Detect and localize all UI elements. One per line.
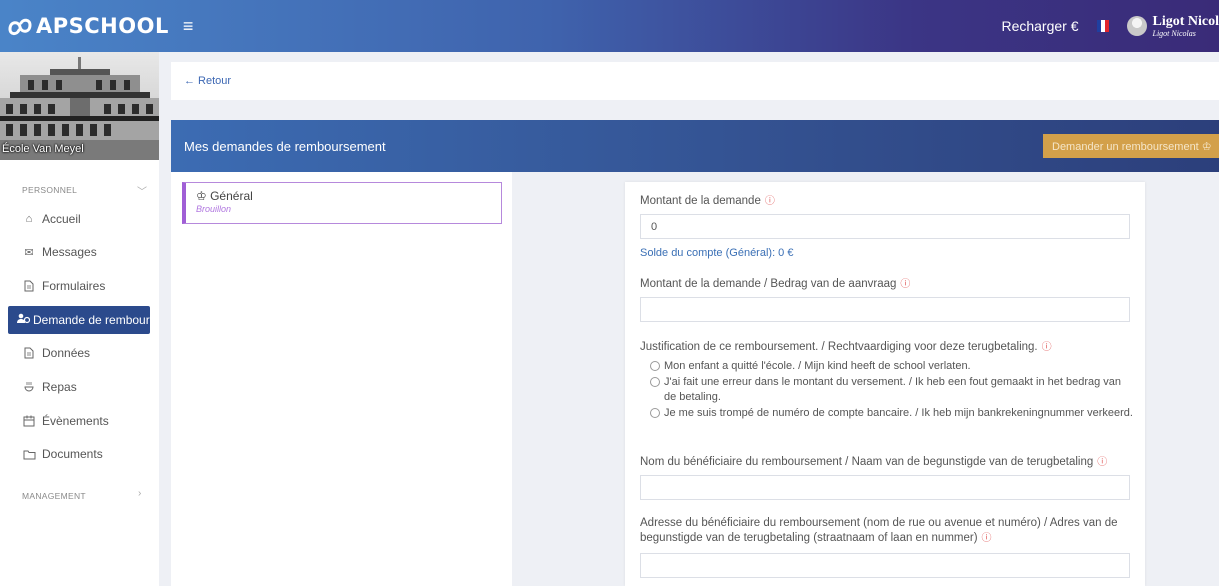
calendar-icon — [22, 414, 36, 428]
page-title: Mes demandes de remboursement — [184, 138, 386, 154]
list-item[interactable]: ♔ Général Brouillon — [182, 182, 502, 224]
address-label: Adresse du bénéficiaire du remboursement… — [640, 516, 1130, 546]
top-bar: APSCHOOL ≡ Recharger € Ligot Nicol Ligot… — [0, 0, 1219, 52]
chevron-right-icon[interactable]: › — [138, 488, 141, 499]
page-header: Mes demandes de remboursement Demander u… — [171, 120, 1219, 172]
section-personnel[interactable]: PERSONNEL — [22, 185, 77, 195]
home-icon: ⌂ — [25, 213, 33, 225]
beneficiary-name-input[interactable] — [640, 475, 1130, 500]
sidebar-item-label: Formulaires — [42, 279, 106, 293]
radio-button[interactable] — [650, 361, 660, 371]
french-flag-icon[interactable] — [1096, 20, 1109, 32]
status-badge: Brouillon — [196, 204, 232, 214]
sidebar-item-evenements[interactable]: Évènements — [22, 413, 109, 429]
request-list: ♔ Général Brouillon — [171, 172, 512, 586]
radio-button[interactable] — [650, 408, 660, 418]
justification-option-3[interactable]: Je me suis trompé de numéro de compte ba… — [650, 406, 1135, 421]
beneficiary-address-input[interactable] — [640, 553, 1130, 578]
file-icon — [22, 346, 36, 360]
chevron-down-icon[interactable]: ﹀ — [137, 183, 147, 198]
sidebar-item-demande-de-remboursement[interactable]: Demande de rembourse — [8, 306, 150, 334]
app-name: APSCHOOL — [36, 14, 169, 38]
sidebar-item-donnees[interactable]: Données — [22, 345, 90, 361]
sidebar-item-label: Données — [42, 346, 91, 360]
required-icon: ⓘ — [981, 533, 992, 544]
sidebar: École Van Meyel PERSONNEL ﹀ ⌂ Accueil ✉ … — [0, 52, 159, 586]
address-label-text: Adresse du bénéficiaire du remboursement… — [640, 517, 1118, 544]
option-label: Mon enfant a quitté l'école. / Mijn kind… — [664, 360, 971, 372]
beneficiary-label: Nom du bénéficiaire du remboursement / N… — [640, 455, 1130, 470]
infinity-logo-icon — [8, 18, 32, 36]
amount-nl-label-text: Montant de la demande / Bedrag van de aa… — [640, 278, 897, 290]
users-money-icon — [16, 313, 31, 327]
amount-label-text: Montant de la demande — [640, 195, 761, 207]
user-menu[interactable]: Ligot Nicol Ligot Nicolas — [1152, 13, 1219, 38]
request-refund-button[interactable]: Demander un remboursement ♔ — [1043, 134, 1219, 158]
food-icon — [22, 380, 36, 394]
justification-option-2[interactable]: J'ai fait une erreur dans le montant du … — [650, 375, 1135, 405]
school-name: École Van Meyel — [2, 143, 84, 155]
sidebar-item-repas[interactable]: Repas — [22, 379, 77, 395]
refund-form: Montant de la demande ⓘ 0 Solde du compte… — [625, 182, 1145, 586]
sidebar-item-label: Documents — [42, 447, 103, 461]
amount-nl-input[interactable] — [640, 297, 1130, 322]
sidebar-item-label: Repas — [42, 380, 77, 394]
user-name: Ligot Nicol — [1152, 13, 1219, 29]
user-subtitle: Ligot Nicolas — [1152, 28, 1196, 38]
request-title: ♔ Général — [196, 189, 253, 203]
back-bar: ← Retour — [171, 62, 1219, 100]
avatar[interactable] — [1126, 16, 1147, 36]
sidebar-item-label: Demande de rembourse — [33, 313, 150, 327]
amount-nl-label: Montant de la demande / Bedrag van de aa… — [640, 277, 1130, 292]
sidebar-item-documents[interactable]: Documents — [22, 446, 103, 462]
justification-label: Justification de ce remboursement. / Rec… — [640, 340, 1130, 355]
hamburger-menu-icon[interactable]: ≡ — [183, 17, 194, 35]
file-icon — [22, 279, 36, 293]
justification-option-1[interactable]: Mon enfant a quitté l'école. / Mijn kind… — [650, 359, 1135, 374]
option-label: Je me suis trompé de numéro de compte ba… — [664, 407, 1133, 419]
school-banner: École Van Meyel — [0, 52, 159, 160]
sidebar-item-label: Évènements — [42, 414, 109, 428]
required-icon: ⓘ — [1041, 342, 1052, 353]
radio-button[interactable] — [650, 377, 660, 387]
required-icon: ⓘ — [1097, 457, 1108, 468]
app-logo[interactable]: APSCHOOL — [0, 14, 169, 38]
amount-label: Montant de la demande ⓘ — [640, 194, 1130, 209]
back-link[interactable]: ← Retour — [184, 75, 231, 87]
recharge-button[interactable]: Recharger € — [1001, 18, 1078, 34]
required-icon: ⓘ — [764, 196, 775, 207]
envelope-icon: ✉ — [24, 246, 34, 259]
section-management[interactable]: MANAGEMENT — [22, 491, 86, 501]
sidebar-item-formulaires[interactable]: Formulaires — [22, 278, 105, 294]
sidebar-item-messages[interactable]: ✉ Messages — [22, 244, 97, 260]
beneficiary-label-text: Nom du bénéficiaire du remboursement / N… — [640, 456, 1094, 468]
sidebar-item-label: Messages — [42, 245, 97, 259]
account-balance: Solde du compte (Général): 0 € — [640, 247, 794, 259]
justification-label-text: Justification de ce remboursement. / Rec… — [640, 341, 1038, 353]
folder-icon — [22, 447, 36, 461]
amount-input[interactable]: 0 — [640, 214, 1130, 239]
sidebar-item-label: Accueil — [42, 212, 81, 226]
required-icon: ⓘ — [900, 279, 911, 290]
sidebar-item-accueil[interactable]: ⌂ Accueil — [22, 211, 81, 227]
option-label: J'ai fait une erreur dans le montant du … — [664, 376, 1122, 403]
